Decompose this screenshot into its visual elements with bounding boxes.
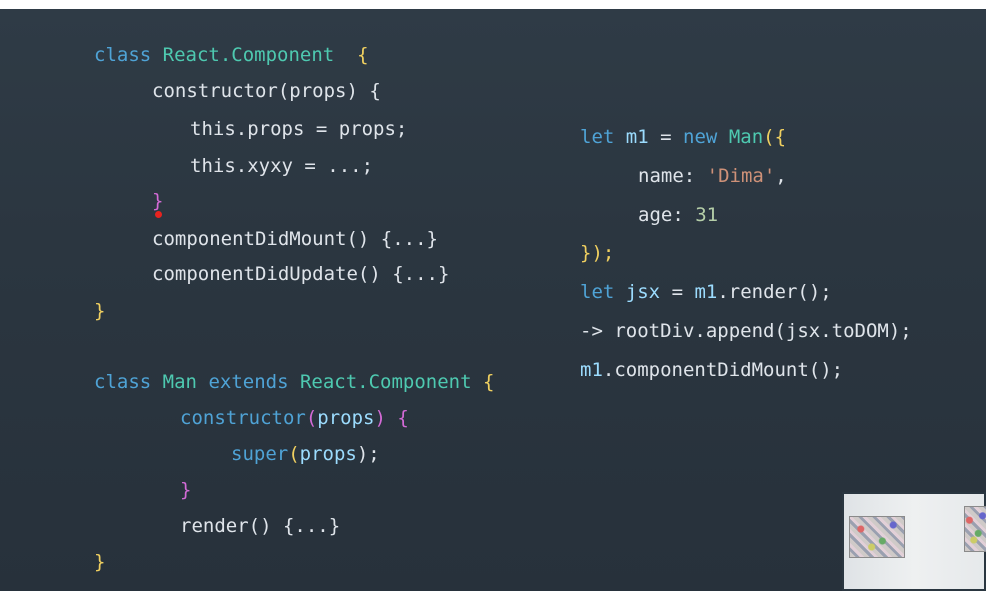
painting-image	[964, 506, 986, 552]
cursor-dot	[155, 211, 162, 218]
code-slide: class React.Component { constructor(prop…	[0, 9, 986, 591]
keyword-class: class	[94, 44, 152, 66]
code-line-this-xyxy: this.xyxy = ...;	[190, 155, 374, 177]
class-name-man: Man	[162, 371, 197, 393]
key-name: name:	[638, 165, 696, 187]
code-line-close-call: });	[580, 242, 615, 264]
var-jsx: jsx	[625, 281, 661, 303]
param-props: props	[299, 443, 357, 465]
paren-open: (	[305, 407, 318, 429]
code-line-constructor: constructor(props) {	[152, 80, 381, 102]
paren-open: (	[288, 443, 300, 465]
keyword-new: new	[683, 126, 718, 148]
code-line-did-mount-call: m1.componentDidMount();	[580, 358, 843, 382]
var-m1: m1	[694, 281, 718, 303]
code-line-close-man-class: }	[94, 551, 106, 573]
string-dima: 'Dima'	[706, 165, 776, 187]
code-line-man-constructor: constructor(props) {	[180, 406, 409, 430]
painting-image	[849, 516, 905, 558]
code-line-close-constructor: }	[152, 190, 164, 212]
code-line-let-jsx: let jsx = m1.render();	[580, 280, 832, 304]
operator-eq: =	[660, 126, 672, 148]
keyword-super: super	[231, 443, 289, 465]
paren-close: );	[356, 443, 380, 465]
call-render: .render();	[717, 281, 832, 303]
code-line-age: age: 31	[638, 203, 718, 227]
code-line-close-class: }	[94, 300, 106, 322]
class-name-man: Man	[728, 126, 764, 148]
class-name-component: Component	[368, 371, 472, 393]
key-age: age:	[638, 204, 684, 226]
code-line-component-did-mount: componentDidMount() {...}	[152, 228, 438, 250]
code-line-name: name: 'Dima',	[638, 164, 787, 188]
comma: ,	[775, 165, 787, 187]
number-31: 31	[695, 204, 719, 226]
code-line-component-did-update: componentDidUpdate() {...}	[152, 263, 450, 285]
code-line-close-man-constructor: }	[180, 479, 192, 501]
code-line-class-react-component: class React.Component {	[94, 43, 369, 67]
code-line-render: render() {...}	[180, 515, 341, 537]
keyword-constructor: constructor	[180, 407, 306, 429]
code-line-root-append: -> rootDiv.append(jsx.toDOM);	[580, 320, 912, 342]
paren-close: ) {	[374, 407, 409, 429]
class-name-react: React.	[299, 371, 369, 393]
keyword-extends: extends	[208, 371, 289, 393]
class-name-react: React.	[162, 44, 232, 66]
code-line-let-m1: let m1 = new Man({	[580, 125, 786, 149]
operator-eq: =	[671, 281, 684, 303]
param-props: props	[317, 407, 375, 429]
var-m1: m1	[580, 359, 603, 381]
var-m1: m1	[625, 126, 649, 148]
call-component-did-mount: .componentDidMount();	[602, 359, 844, 381]
webcam-overlay	[842, 492, 986, 591]
code-line-super: super(props);	[231, 442, 380, 466]
code-line-this-props: this.props = props;	[190, 118, 408, 140]
keyword-class: class	[94, 371, 152, 393]
open-brace: {	[357, 44, 369, 66]
code-line-class-man: class Man extends React.Component {	[94, 370, 494, 394]
class-name-component: Component	[231, 44, 335, 66]
open-brace: {	[483, 371, 495, 393]
call-open: ({	[763, 126, 787, 148]
keyword-let: let	[580, 281, 615, 303]
keyword-let: let	[580, 126, 615, 148]
